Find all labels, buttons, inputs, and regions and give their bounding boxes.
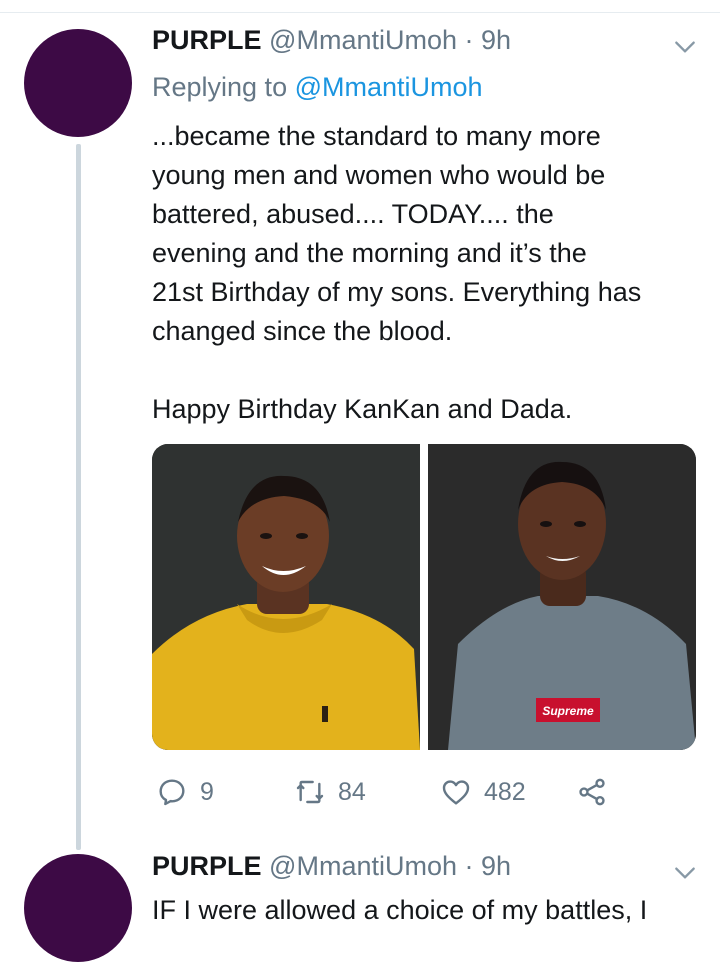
chevron-down-icon[interactable] — [672, 860, 698, 886]
supreme-logo-text: Supreme — [542, 704, 594, 718]
separator: · — [464, 25, 474, 55]
reply-icon — [159, 779, 185, 806]
tweet-text-line: changed since the blood. — [152, 316, 453, 346]
replying-to: Replying to @MmantiUmoh — [152, 70, 483, 104]
handle[interactable]: @MmantiUmoh — [269, 25, 457, 55]
handle[interactable]: @MmantiUmoh — [269, 851, 457, 881]
photo-grey-sweater[interactable]: Supreme — [428, 444, 696, 750]
share-button[interactable] — [576, 772, 608, 812]
timestamp[interactable]: 9h — [481, 25, 511, 55]
tweet-text-line: battered, abused.... TODAY.... the — [152, 199, 554, 229]
like-button[interactable]: 482 — [440, 772, 526, 812]
top-divider — [0, 12, 720, 13]
avatar[interactable] — [24, 854, 132, 962]
tweet-header: PURPLE @MmantiUmoh · 9h — [152, 24, 511, 56]
tweet-text: IF I were allowed a choice of my battles… — [152, 895, 648, 925]
like-count: 482 — [484, 777, 526, 806]
retweet-icon — [296, 780, 324, 804]
tweet-text-line: young men and women who would be — [152, 160, 606, 190]
tweet-text-line: 21st Birthday of my sons. Everything has — [152, 277, 642, 307]
reply-button[interactable]: 9 — [156, 772, 214, 812]
tweet-text-line: evening and the morning and it’s the — [152, 238, 587, 268]
tweet-text: ...became the standard to many more youn… — [152, 117, 712, 429]
separator: · — [464, 851, 474, 881]
retweet-button[interactable]: 84 — [294, 772, 366, 812]
chevron-down-icon[interactable] — [672, 34, 698, 60]
media-grid: Supreme — [152, 444, 696, 750]
share-icon — [579, 778, 605, 806]
photo-yellow-sweater[interactable] — [152, 444, 420, 750]
reply-count: 9 — [200, 777, 214, 806]
tweet-greeting: Happy Birthday KanKan and Dada. — [152, 394, 573, 424]
retweet-count: 84 — [338, 777, 366, 806]
heart-icon — [442, 780, 470, 805]
display-name[interactable]: PURPLE — [152, 851, 262, 881]
replying-to-label: Replying to — [152, 72, 288, 102]
replying-to-mention[interactable]: @MmantiUmoh — [295, 72, 483, 102]
portrait-illustration: Supreme — [428, 444, 696, 750]
tweet-text-line: ...became the standard to many more — [152, 121, 601, 151]
avatar[interactable] — [24, 29, 132, 137]
display-name[interactable]: PURPLE — [152, 25, 262, 55]
thread-connector — [76, 144, 81, 850]
tweet-header: PURPLE @MmantiUmoh · 9h — [152, 850, 511, 882]
portrait-illustration — [152, 444, 420, 750]
timestamp[interactable]: 9h — [481, 851, 511, 881]
tweet-actions: 9 84 482 — [152, 772, 622, 812]
